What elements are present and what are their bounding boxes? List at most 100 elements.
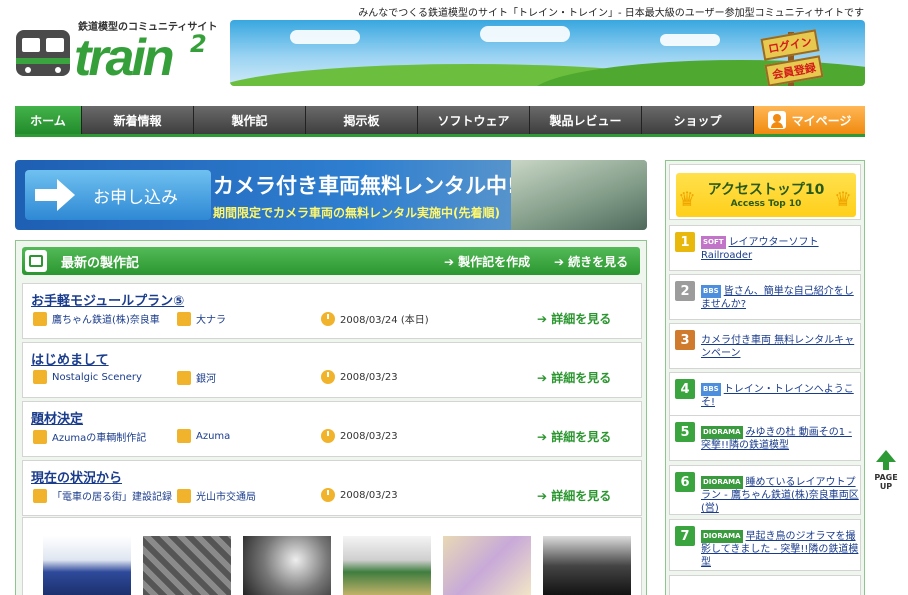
ranking-link[interactable]: BBS トレイン・トレインへようこそ!: [701, 383, 859, 409]
diary-entry-title[interactable]: 題材決定: [31, 408, 83, 427]
ranking-link[interactable]: カメラ付き車両 無料レンタルキャンペーン: [701, 334, 859, 360]
category-badge: DIORAMA: [701, 426, 743, 439]
diary-entry: 題材決定 Azumaの車輌制作記 Azuma 2008/03/23 ➔ 詳細を見…: [22, 401, 642, 457]
page-up-label: UP: [879, 482, 893, 491]
author-link[interactable]: 光山市交通局: [196, 488, 256, 503]
ranking-item[interactable]: 2 BBS 皆さん、簡単な自己紹介をしませんか?: [669, 274, 861, 320]
rank-number: 5: [675, 422, 695, 442]
logo-wordmark: train: [74, 29, 175, 87]
arrow-right-icon: [35, 177, 79, 213]
series-link[interactable]: Azumaの車輌制作記: [52, 429, 146, 444]
ranking-link[interactable]: BBS 皆さん、簡単な自己紹介をしませんか?: [701, 285, 859, 311]
ranking-item[interactable]: 7 DIORAMA 早起き鳥のジオラマを撮影してきました - 突撃!!隣の鉄道模型: [669, 519, 861, 571]
author-link[interactable]: Azuma: [196, 431, 230, 442]
series-link[interactable]: Nostalgic Scenery: [52, 372, 142, 383]
nav-tab-news[interactable]: 新着情報: [82, 106, 194, 134]
diary-entry-author: 光山市交通局: [177, 488, 256, 503]
pencil-icon: [33, 311, 47, 326]
category-badge: BBS: [701, 383, 721, 396]
latest-diary-title: 最新の製作記: [61, 255, 140, 271]
banner-headline: カメラ付き車両無料レンタル中!: [213, 174, 517, 198]
category-badge: BBS: [701, 285, 721, 298]
date-text: 2008/03/23: [340, 371, 398, 383]
diary-entry-series: Nostalgic Scenery: [33, 370, 142, 384]
photo-thumbnail[interactable]: [543, 536, 631, 595]
diary-entry-date: 2008/03/23: [321, 488, 398, 502]
logo-superscript: 2: [190, 30, 207, 58]
nav-tab-home[interactable]: ホーム: [15, 106, 82, 134]
ranking-item[interactable]: 5 DIORAMA みゆきの杜 動画その1 - 突撃!!隣の鉄道模型: [669, 415, 861, 461]
diary-entry-title[interactable]: お手軽モジュールプラン⑤: [31, 290, 184, 309]
nav-tab-shop[interactable]: ショップ: [642, 106, 754, 134]
site-logo[interactable]: 鉄道模型のコミュニティサイト train 2: [14, 18, 218, 88]
ranking-item[interactable]: 6 DIORAMA 睡めているレイアウトプラン - 鷹ちゃん鉄道(株)奈良車両区(…: [669, 465, 861, 515]
train-icon: [25, 250, 47, 272]
crown-icon: ♛: [678, 187, 696, 211]
person-icon: [177, 370, 191, 385]
diary-entry: はじめまして Nostalgic Scenery 銀河 2008/03/23 ➔…: [22, 342, 642, 398]
category-badge: DIORAMA: [701, 476, 743, 489]
detail-link[interactable]: ➔ 詳細を見る: [537, 487, 611, 504]
photo-thumbnail[interactable]: [43, 536, 131, 595]
person-icon: [177, 488, 191, 503]
diary-entry: お手軽モジュールプラン⑤ 鷹ちゃん鉄道(株)奈良車 大ナラ 2008/03/24…: [22, 283, 642, 339]
diary-entry-series: 「電車の居る街」建設記録: [33, 488, 172, 503]
access-top10-title: アクセストップ10: [707, 182, 825, 198]
create-diary-link[interactable]: ➔ 製作記を作成: [444, 253, 530, 270]
ranking-link[interactable]: DIORAMA みゆきの杜 動画その1 - 突撃!!隣の鉄道模型: [701, 426, 859, 452]
diary-entry-title[interactable]: はじめまして: [31, 349, 109, 368]
diary-entry-date: 2008/03/24 (本日): [321, 311, 429, 326]
ranking-link[interactable]: DIORAMA 睡めているレイアウトプラン - 鷹ちゃん鉄道(株)奈良車両区(営): [701, 476, 859, 515]
nav-tab-mypage[interactable]: マイページ: [754, 106, 865, 134]
clock-icon: [321, 488, 335, 502]
ranking-link[interactable]: DIORAMA 早起き鳥のジオラマを撮影してきました - 突撃!!隣の鉄道模型: [701, 530, 859, 569]
ranking-link[interactable]: SOFT レイアウターソフトRailroader: [701, 236, 859, 262]
person-icon: [177, 429, 191, 443]
ranking-item[interactable]: [669, 575, 861, 595]
series-link[interactable]: 「電車の居る街」建設記録: [52, 488, 172, 503]
photo-thumbnail[interactable]: [143, 536, 231, 595]
diary-entry-series: 鷹ちゃん鉄道(株)奈良車: [33, 311, 160, 326]
nav-tab-bbs[interactable]: 掲示板: [306, 106, 418, 134]
ranking-item[interactable]: 3 カメラ付き車両 無料レンタルキャンペーン: [669, 323, 861, 369]
nav-tab-software[interactable]: ソフトウェア: [418, 106, 530, 134]
diary-entry-author: Azuma: [177, 429, 230, 443]
diary-entry-author: 大ナラ: [177, 311, 226, 326]
diary-entry-date: 2008/03/23: [321, 429, 398, 443]
photo-strip: [22, 517, 642, 595]
date-text: 2008/03/24 (本日): [340, 315, 429, 326]
nav-tab-review[interactable]: 製品レビュー: [530, 106, 642, 134]
category-badge: DIORAMA: [701, 530, 743, 543]
user-icon: [767, 111, 786, 129]
ranking-item[interactable]: 4 BBS トレイン・トレインへようこそ!: [669, 372, 861, 418]
clock-icon: [321, 429, 335, 443]
train-logo-icon: [16, 30, 70, 76]
continue-link[interactable]: ➔ 続きを見る: [554, 253, 628, 270]
photo-thumbnail[interactable]: [443, 536, 531, 595]
series-link[interactable]: 鷹ちゃん鉄道(株)奈良車: [52, 311, 160, 326]
author-link[interactable]: 大ナラ: [196, 311, 226, 326]
pencil-icon: [33, 370, 47, 384]
photo-thumbnail[interactable]: [243, 536, 331, 595]
rank-number: 1: [675, 232, 695, 252]
crown-icon: ♛: [834, 187, 852, 211]
ranking-item[interactable]: 1 SOFT レイアウターソフトRailroader: [669, 225, 861, 271]
site-tagline: みんなでつくる鉄道模型のサイト「トレイン・トレイン」- 日本最大級のユーザー参加…: [358, 8, 864, 19]
diary-entry-title[interactable]: 現在の状況から: [31, 467, 122, 486]
rank-number: 2: [675, 281, 695, 301]
camera-rental-banner[interactable]: お申し込み カメラ付き車両無料レンタル中! 期間限定でカメラ車両の無料レンタル実…: [15, 160, 647, 230]
nav-tab-diary[interactable]: 製作記: [194, 106, 306, 134]
rank-number: 7: [675, 526, 695, 546]
pencil-icon: [33, 488, 47, 503]
detail-link[interactable]: ➔ 詳細を見る: [537, 310, 611, 327]
author-link[interactable]: 銀河: [196, 370, 216, 385]
page-up-button[interactable]: PAGE UP: [872, 450, 900, 498]
detail-link[interactable]: ➔ 詳細を見る: [537, 369, 611, 386]
date-text: 2008/03/23: [340, 430, 398, 442]
photo-thumbnail[interactable]: [343, 536, 431, 595]
detail-link[interactable]: ➔ 詳細を見る: [537, 428, 611, 445]
clock-icon: [321, 370, 335, 384]
global-nav: ホーム 新着情報 製作記 掲示板 ソフトウェア 製品レビュー ショップ マイペー…: [15, 106, 865, 137]
rank-number: 3: [675, 330, 695, 350]
apply-button[interactable]: お申し込み: [25, 170, 211, 220]
